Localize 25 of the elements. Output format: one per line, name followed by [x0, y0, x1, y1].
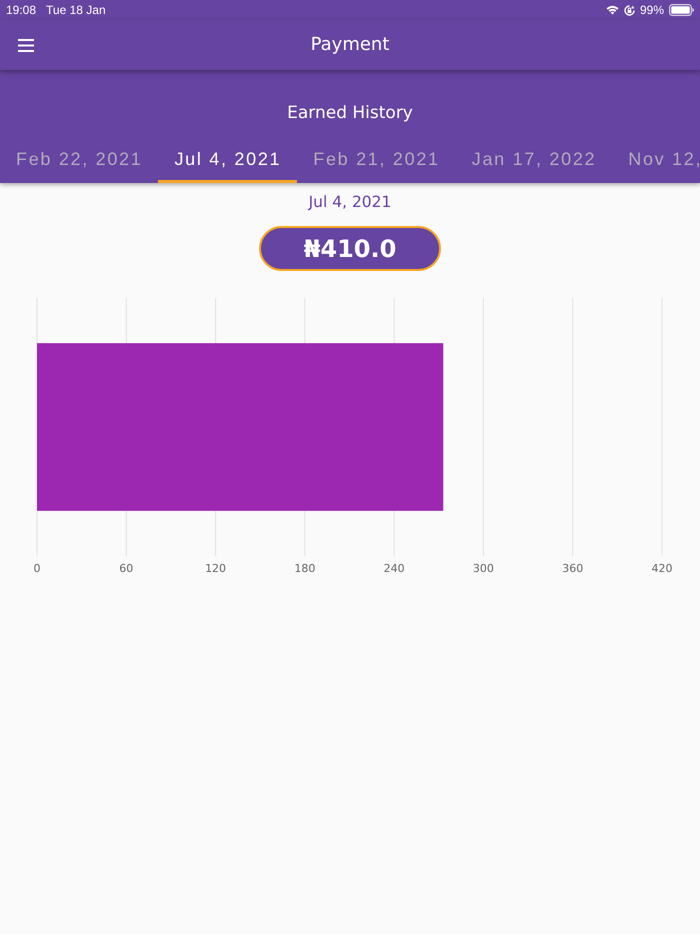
wifi-icon: [606, 5, 619, 15]
axis-tick-label: 60: [119, 562, 134, 575]
section-title: Earned History: [287, 102, 413, 124]
rotation-lock-icon: [624, 4, 635, 16]
status-time: 19:08: [6, 3, 36, 17]
date-tab[interactable]: Nov 12,: [612, 136, 700, 183]
date-tab[interactable]: Feb 21, 2021: [297, 136, 456, 183]
menu-icon: [18, 38, 34, 52]
battery-percent: 99%: [640, 3, 664, 17]
battery-icon: [669, 4, 694, 16]
status-date: Tue 18 Jan: [46, 3, 106, 17]
selected-date: Jul 4, 2021: [308, 192, 392, 212]
date-tab[interactable]: Jul 4, 2021: [158, 136, 298, 183]
axis-tick-label: 180: [294, 562, 316, 575]
amount-pill: ₦410.0: [259, 226, 441, 271]
menu-button[interactable]: [18, 38, 34, 52]
axis-tick-label: 240: [384, 562, 405, 575]
app-bar-title: Payment: [310, 34, 390, 56]
axis-tick-label: 120: [205, 562, 226, 575]
date-tab[interactable]: Jan 17, 2022: [456, 136, 612, 183]
axis-tick-label: 300: [472, 562, 494, 575]
axis-tick-label: 420: [652, 562, 672, 575]
axis-tick-label: 0: [34, 562, 40, 575]
axis-tick-label: 360: [562, 562, 584, 575]
date-tab[interactable]: Feb 22, 2021: [0, 136, 158, 183]
